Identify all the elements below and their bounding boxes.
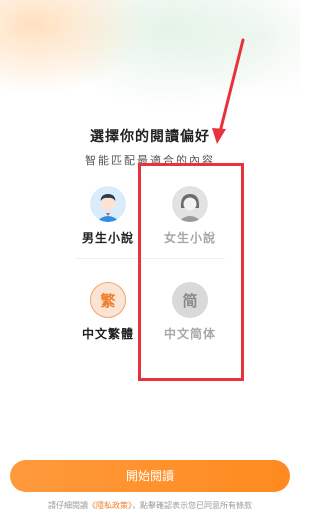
privacy-notice-suffix: ，點擊確認表示您已同意所有條款 (132, 501, 252, 510)
annotation-highlight-box (138, 163, 244, 381)
start-reading-button[interactable]: 開始閱讀 (10, 460, 290, 492)
option-male-novels[interactable]: 男生小說 (68, 186, 148, 246)
privacy-notice: 請仔細閱讀《隱私政策》，點擊確認表示您已同意所有條款 (0, 500, 300, 511)
privacy-policy-link[interactable]: 《隱私政策》 (88, 501, 132, 510)
traditional-glyph-icon: 繁 (90, 282, 126, 318)
option-traditional-chinese[interactable]: 繁 中文繁體 (68, 282, 148, 342)
page-title: 選擇你的閱讀偏好 (90, 129, 210, 145)
boy-avatar-icon (90, 186, 126, 222)
option-male-label: 男生小說 (81, 231, 134, 245)
option-traditional-label: 中文繁體 (81, 327, 134, 341)
privacy-notice-prefix: 請仔細閱讀 (48, 501, 88, 510)
